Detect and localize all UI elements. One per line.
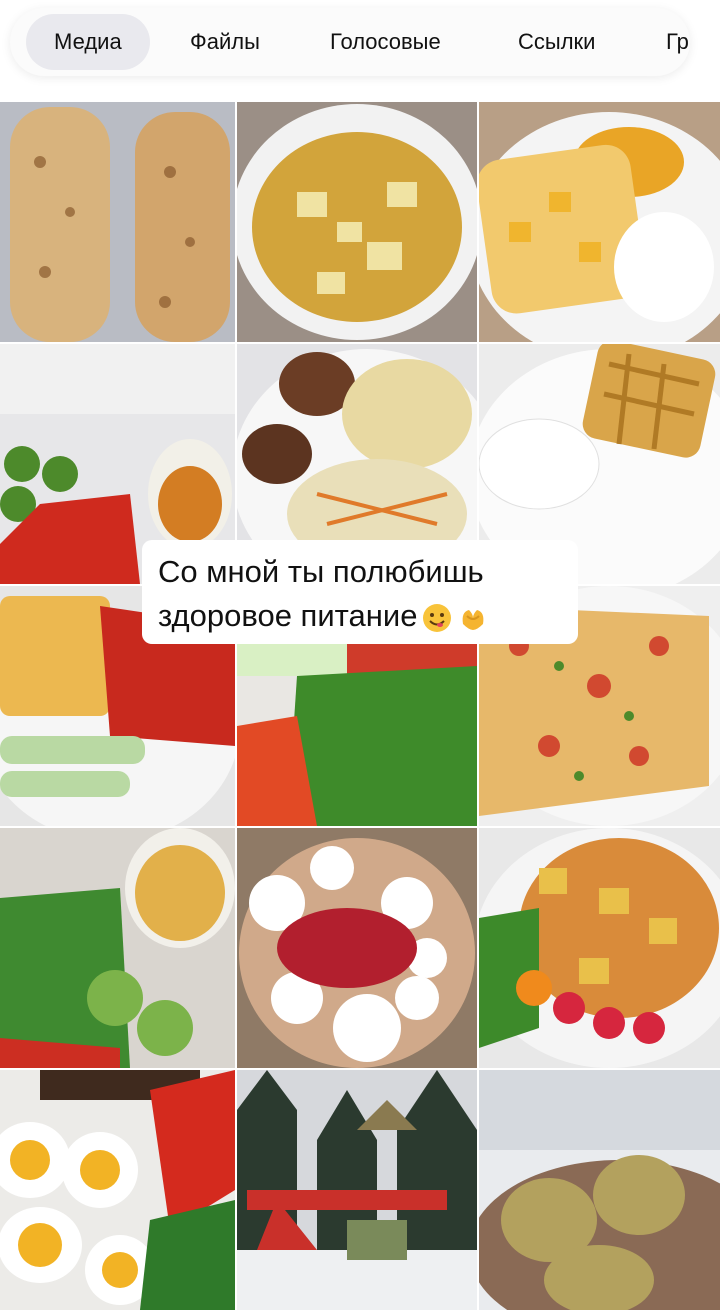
media-grid: [0, 102, 720, 1310]
caption-line-1: Со мной ты полюбишь: [158, 554, 484, 589]
heart-hands-icon: [457, 602, 489, 634]
smiling-face-icon: [421, 602, 453, 634]
photo-stew-with-radish[interactable]: [479, 828, 720, 1068]
photo-toast-with-pumpkin-and-sour-cream[interactable]: [479, 102, 720, 342]
photo-eggs-and-pepper[interactable]: [0, 1070, 235, 1310]
caption-line-2-text: здоровое питание: [158, 598, 418, 633]
tab-files[interactable]: Файлы: [162, 14, 288, 70]
tab-media[interactable]: Медиа: [26, 14, 150, 70]
tab-groups[interactable]: Гр: [638, 14, 690, 70]
tab-bar-area: Медиа Файлы Голосовые Ссылки Гр: [0, 0, 720, 100]
photo-salad-with-potatoes[interactable]: [0, 828, 235, 1068]
photo-vegetable-soup[interactable]: [237, 102, 477, 342]
tab-links[interactable]: Ссылки: [490, 14, 623, 70]
caption-line-2: здоровое питание: [158, 594, 562, 638]
photo-cheese-buns[interactable]: [479, 1070, 720, 1310]
photo-snowy-playground[interactable]: [237, 1070, 477, 1310]
caption-overlay: Со мной ты полюбишь здоровое питание: [142, 540, 578, 644]
photo-mozzarella-with-berry-sauce[interactable]: [237, 828, 477, 1068]
media-tab-bar: Медиа Файлы Голосовые Ссылки Гр: [10, 8, 690, 76]
tab-voice[interactable]: Голосовые: [302, 14, 469, 70]
photo-baked-rolls-on-foil[interactable]: [0, 102, 235, 342]
